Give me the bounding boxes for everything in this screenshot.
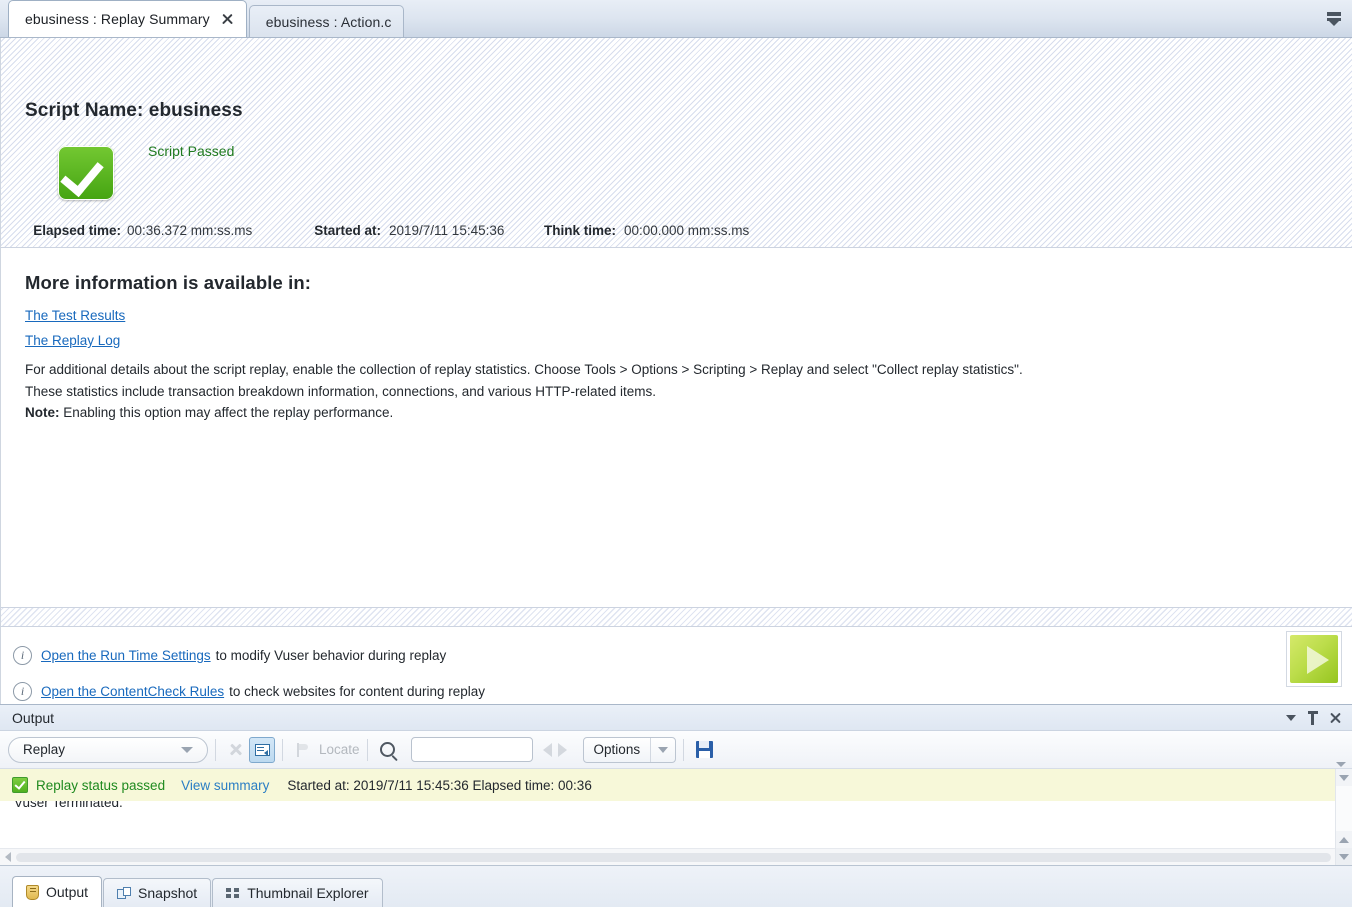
clear-output-icon[interactable] <box>223 737 249 763</box>
output-vertical-scrollbar[interactable] <box>1335 769 1352 865</box>
output-panel: Output Replay Locate Options Vuser Termi… <box>0 704 1352 865</box>
page-title: Script Name: ebusiness <box>25 100 243 121</box>
find-next-icon[interactable] <box>557 742 567 757</box>
scroll-up-arrow-icon[interactable] <box>1336 831 1352 848</box>
tab-action-c[interactable]: ebusiness : Action.c <box>248 5 405 37</box>
contentcheck-rules-description: to check websites for content during rep… <box>229 683 485 699</box>
word-wrap-icon[interactable] <box>249 736 275 763</box>
bottom-tab-thumbnail-explorer-label: Thumbnail Explorer <box>247 885 369 901</box>
chevron-down-icon[interactable] <box>651 746 675 753</box>
options-button[interactable]: Options <box>582 736 677 763</box>
info-icon: i <box>13 681 32 701</box>
toolbar-separator <box>215 738 216 761</box>
pin-icon[interactable] <box>1302 708 1324 728</box>
bottom-tab-thumbnail-explorer[interactable]: Thumbnail Explorer <box>212 878 383 907</box>
replay-status-bar: Replay status passed View summary Starte… <box>0 769 1335 801</box>
options-button-label: Options <box>593 742 641 757</box>
tab-action-c-label: ebusiness : Action.c <box>265 13 392 30</box>
tab-list-dropdown-icon[interactable] <box>1324 9 1344 29</box>
script-status-text: Script Passed <box>148 143 235 159</box>
editor-tabstrip: ebusiness : Replay Summary ebusiness : A… <box>0 0 1352 38</box>
bottom-tab-snapshot-label: Snapshot <box>138 885 198 901</box>
replay-statistics-paragraph-1: For additional details about the script … <box>25 362 1023 377</box>
elapsed-time-value: 00:36.372 mm:ss.ms <box>127 223 253 238</box>
toolbar-separator <box>282 738 283 761</box>
output-horizontal-scrollbar[interactable] <box>0 848 1335 865</box>
more-information-heading: More information is available in: <box>25 272 311 293</box>
output-toolbar: Replay Locate Options <box>0 731 1352 769</box>
green-check-small-icon <box>12 777 28 793</box>
scrollbar-track[interactable] <box>1336 786 1352 831</box>
section-divider-band <box>1 607 1352 627</box>
find-previous-icon[interactable] <box>542 742 552 757</box>
chevron-down-icon <box>181 746 193 753</box>
footer-row-runtime-settings: i Open the Run Time Settings to modify V… <box>1 637 1352 673</box>
output-log-area[interactable]: Vuser Terminated. Replay status passed V… <box>0 769 1352 865</box>
bottom-tab-output-label: Output <box>46 884 89 900</box>
scrollbar-thumb[interactable] <box>16 852 1331 862</box>
note-text: Enabling this option may affect the repl… <box>63 405 394 420</box>
output-panel-titlebar: Output <box>0 705 1352 731</box>
toolbar-overflow-icon[interactable] <box>1336 762 1346 767</box>
search-icon[interactable] <box>375 737 401 763</box>
scroll-down-arrow-icon[interactable] <box>1336 848 1352 865</box>
scroll-up-icon[interactable] <box>1336 769 1352 786</box>
footer-links-section: i Open the Run Time Settings to modify V… <box>1 627 1352 704</box>
replay-statistics-note: Note: Enabling this option may affect th… <box>25 403 1165 424</box>
output-source-value: Replay <box>23 742 66 757</box>
link-replay-log[interactable]: The Replay Log <box>25 328 120 353</box>
think-time-value: 00:00.000 mm:ss.ms <box>624 223 750 238</box>
locate-button-label[interactable]: Locate <box>319 742 360 757</box>
tab-replay-summary[interactable]: ebusiness : Replay Summary <box>8 0 247 37</box>
play-icon <box>1307 646 1329 674</box>
view-summary-link[interactable]: View summary <box>181 778 269 793</box>
snapshot-icon <box>117 886 132 900</box>
summary-header-section: Script Name: ebusiness Script Passed Ela… <box>1 38 1352 264</box>
footer-row-contentcheck-rules: i Open the ContentCheck Rules to check w… <box>1 673 1352 704</box>
started-at-value: 2019/7/11 15:45:36 <box>389 223 505 238</box>
output-source-select[interactable]: Replay <box>8 736 208 763</box>
think-time-label: Think time: <box>543 223 616 238</box>
output-icon <box>26 884 39 900</box>
replay-status-text: Replay status passed <box>36 777 166 793</box>
more-information-section: More information is available in: The Te… <box>1 248 1352 607</box>
panel-menu-icon[interactable] <box>1280 708 1302 728</box>
tab-replay-summary-label: ebusiness : Replay Summary <box>25 11 210 27</box>
run-replay-button[interactable] <box>1286 631 1342 687</box>
toolbar-separator <box>683 738 685 761</box>
locate-flag-icon[interactable] <box>290 737 316 763</box>
toolbar-separator <box>366 738 368 761</box>
find-input[interactable] <box>410 737 533 762</box>
note-label: Note: <box>25 405 60 420</box>
close-icon[interactable] <box>220 12 234 26</box>
summary-document: Script Name: ebusiness Script Passed Ela… <box>0 38 1352 704</box>
link-run-time-settings[interactable]: Open the Run Time Settings <box>41 648 211 663</box>
run-time-settings-description: to modify Vuser behavior during replay <box>215 647 447 663</box>
green-checkmark-icon <box>58 146 114 200</box>
save-icon[interactable] <box>691 737 717 763</box>
started-at-label: Started at: <box>314 223 381 238</box>
link-test-results[interactable]: The Test Results <box>25 303 125 328</box>
scroll-left-icon[interactable] <box>5 852 11 862</box>
close-icon[interactable] <box>1324 708 1346 728</box>
bottom-tabstrip: Output Snapshot Thumbnail Explorer <box>0 865 1352 907</box>
replay-status-meta: Started at: 2019/7/11 15:45:36 Elapsed t… <box>287 777 592 793</box>
replay-summary-window: ebusiness : Replay Summary ebusiness : A… <box>0 0 1352 907</box>
info-icon: i <box>13 645 32 665</box>
bottom-tab-output[interactable]: Output <box>12 876 103 907</box>
thumbnail-explorer-icon <box>226 887 240 899</box>
link-contentcheck-rules[interactable]: Open the ContentCheck Rules <box>41 684 224 699</box>
replay-statistics-paragraph-2: These statistics include transaction bre… <box>25 383 657 399</box>
output-panel-title: Output <box>12 709 55 726</box>
elapsed-time-label: Elapsed time: <box>33 223 121 238</box>
bottom-tab-snapshot[interactable]: Snapshot <box>103 878 212 907</box>
timings-row-1: Elapsed time: 00:36.372 mm:ss.ms Started… <box>1 223 1352 249</box>
